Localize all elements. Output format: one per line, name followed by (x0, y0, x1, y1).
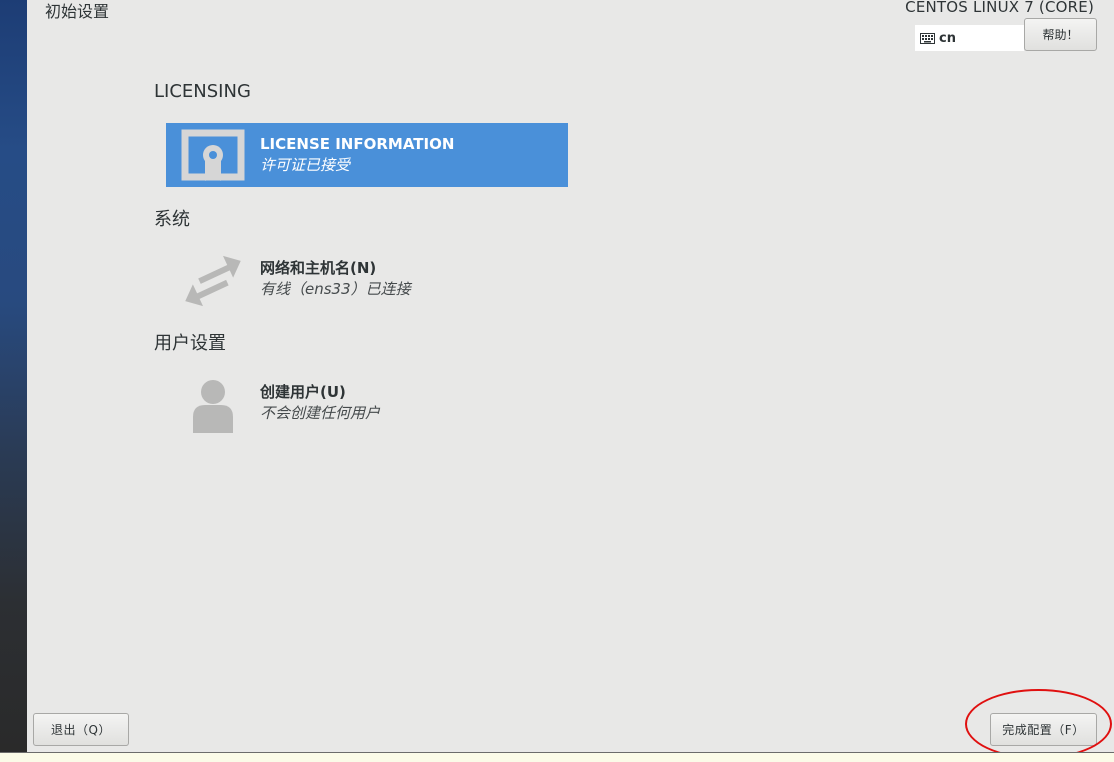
keyboard-layout-label: cn (939, 30, 956, 46)
network-hostname-spoke[interactable]: 网络和主机名(N) 有线（ens33）已连接 (166, 247, 568, 311)
network-hostname-title: 网络和主机名(N) (260, 259, 377, 277)
finish-configuration-button[interactable]: 完成配置（F） (990, 713, 1097, 746)
create-user-spoke[interactable]: 创建用户(U) 不会创建任何用户 (166, 371, 568, 435)
quit-button[interactable]: 退出（Q） (33, 713, 129, 746)
help-button[interactable]: 帮助！ (1024, 18, 1097, 51)
section-heading-system: 系统 (154, 209, 190, 230)
keyboard-layout-indicator[interactable]: cn (915, 25, 1024, 51)
product-title: CENTOS LINUX 7 (CORE) (905, 0, 1094, 16)
user-icon (166, 371, 260, 435)
license-information-status: 许可证已接受 (260, 156, 351, 174)
keyboard-icon (920, 32, 935, 44)
page-title: 初始设置 (45, 2, 110, 21)
sidebar-strip (0, 0, 27, 754)
license-icon (166, 123, 260, 187)
license-information-title: LICENSE INFORMATION (260, 135, 455, 153)
create-user-title: 创建用户(U) (260, 383, 346, 401)
license-information-spoke[interactable]: LICENSE INFORMATION 许可证已接受 (166, 123, 568, 187)
section-heading-licensing: LICENSING (154, 81, 251, 102)
network-arrows-icon (166, 247, 260, 311)
network-hostname-status: 有线（ens33）已连接 (260, 280, 411, 298)
bottom-strip (0, 752, 1114, 762)
section-heading-user-settings: 用户设置 (154, 333, 226, 354)
create-user-status: 不会创建任何用户 (260, 404, 381, 422)
